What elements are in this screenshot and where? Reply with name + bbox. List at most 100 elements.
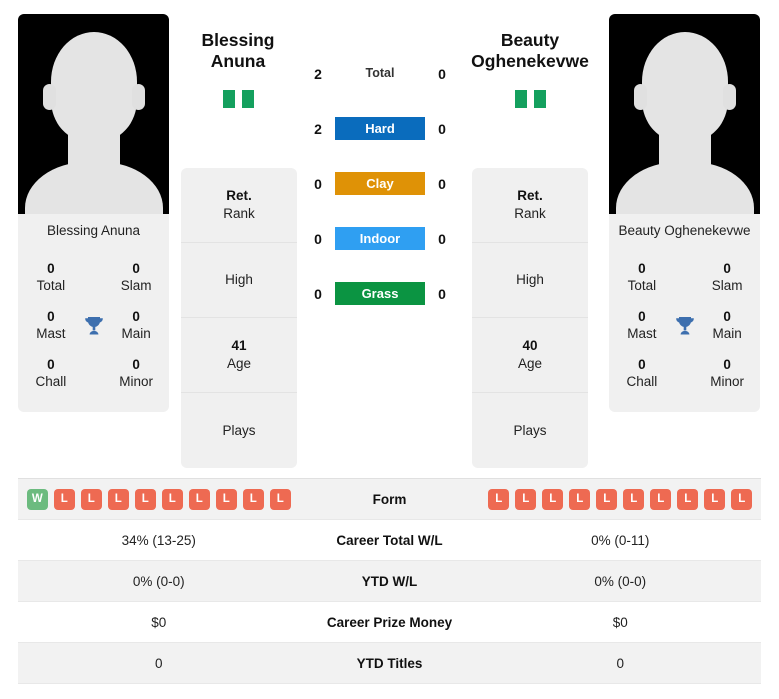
surface-row-clay: 0 Clay 0 — [290, 170, 470, 197]
title-label: Minor — [710, 374, 744, 389]
info-cell-age-right: 40 Age — [472, 318, 588, 393]
info-label: Rank — [223, 206, 255, 221]
form-badge-loss[interactable]: L — [242, 488, 264, 510]
avatar-ear-right — [131, 84, 145, 110]
table-row-ytd-titles: 0 YTD Titles 0 — [18, 643, 761, 684]
title-label: Mast — [627, 326, 657, 341]
player-name-right: Beauty Oghenekevwe — [618, 223, 751, 238]
surface-score-right: 0 — [438, 175, 446, 192]
avatar-shoulders — [615, 162, 754, 214]
avatar-ear-left — [633, 84, 647, 110]
info-cell-plays-right: Plays — [472, 393, 588, 468]
titles-row: 0 Chall 0 Minor — [615, 350, 754, 398]
surface-score-left: 2 — [314, 120, 322, 137]
form-badge-loss[interactable]: L — [134, 488, 156, 510]
info-label: Age — [226, 356, 252, 371]
info-cell-plays-left: Plays — [181, 393, 297, 468]
title-value: 0 — [723, 357, 731, 373]
player-card-right[interactable]: Beauty Oghenekevwe 0 Total 0 Slam 0 Mast — [609, 14, 760, 412]
flag-stripe — [241, 90, 254, 108]
info-value: 41 — [231, 338, 247, 354]
stats-table: WLLLLLLLLL Form LLLLLLLLLL 34% (13-25) C… — [18, 478, 761, 684]
title-label: Slam — [711, 278, 743, 293]
stat-label-ytd-titles: YTD Titles — [356, 655, 423, 671]
form-badge-loss[interactable]: L — [80, 488, 102, 510]
form-badge-loss[interactable]: L — [53, 488, 75, 510]
title-stat-mast-left: 0 Mast — [24, 309, 78, 343]
info-cell-rank-left: Ret. Rank — [181, 168, 297, 243]
form-badge-loss[interactable]: L — [596, 488, 618, 510]
form-badge-loss[interactable]: L — [515, 488, 537, 510]
info-label: Rank — [514, 206, 546, 221]
form-badge-loss[interactable]: L — [704, 488, 726, 510]
info-label: High — [516, 272, 544, 288]
surface-score-right: 0 — [438, 65, 446, 82]
form-badge-loss[interactable]: L — [488, 488, 510, 510]
form-badge-loss[interactable]: L — [542, 488, 564, 510]
surface-score-left: 0 — [314, 175, 322, 192]
form-badge-loss[interactable]: L — [188, 488, 210, 510]
info-label: Plays — [222, 422, 256, 438]
title-value: 0 — [638, 309, 646, 325]
trophy-icon — [78, 314, 110, 338]
surface-score-right: 0 — [438, 285, 446, 302]
info-label: Plays — [513, 422, 547, 438]
title-stat-main-left: 0 Main — [109, 309, 163, 343]
trophy-icon — [669, 314, 701, 338]
surface-row-hard: 2 Hard 0 — [290, 115, 470, 142]
surface-label-hard: Hard — [335, 117, 425, 140]
form-badge-loss[interactable]: L — [623, 488, 645, 510]
player-name-left: Blessing Anuna — [46, 223, 141, 238]
player-card-left[interactable]: Blessing Anuna 0 Total 0 Slam 0 Mast 0 M… — [18, 14, 169, 412]
stat-value-left: 0 — [154, 655, 163, 671]
titles-row: 0 Total 0 Slam — [615, 254, 754, 302]
form-badge-loss[interactable]: L — [569, 488, 591, 510]
form-badge-win[interactable]: W — [26, 488, 48, 510]
stat-value-left: 34% (13-25) — [121, 532, 196, 548]
form-badge-loss[interactable]: L — [161, 488, 183, 510]
flag-stripe — [533, 90, 546, 108]
form-badge-loss[interactable]: L — [677, 488, 699, 510]
info-label: Age — [517, 356, 543, 371]
titles-grid-right: 0 Total 0 Slam 0 Mast 0 Main 0 Chall 0 M… — [609, 248, 760, 412]
player-last-name-right: Oghenekevwe — [471, 51, 589, 72]
stat-value-left: $0 — [151, 614, 167, 630]
title-stat-minor-left: 0 Minor — [109, 357, 163, 391]
title-label: Slam — [120, 278, 152, 293]
title-label: Total — [627, 278, 657, 293]
form-badge-loss[interactable]: L — [650, 488, 672, 510]
title-label: Main — [712, 326, 742, 341]
surface-row-grass: 0 Grass 0 — [290, 280, 470, 307]
form-badge-loss[interactable]: L — [269, 488, 291, 510]
surface-score-right: 0 — [438, 230, 446, 247]
player-info-card-left: Ret. Rank High 41 Age Plays — [181, 168, 297, 468]
surface-score-right: 0 — [438, 120, 446, 137]
stat-label-ytd-wl: YTD W/L — [361, 573, 418, 589]
form-badges-left: WLLLLLLLLL — [18, 488, 300, 510]
surface-label-total: Total — [365, 66, 395, 80]
flag-stripe — [222, 90, 235, 108]
title-value: 0 — [132, 261, 140, 277]
surface-score-left: 0 — [314, 230, 322, 247]
stat-value-right: 0% (0-11) — [591, 532, 650, 548]
table-row-career-prize-money: $0 Career Prize Money $0 — [18, 602, 761, 643]
title-label: Main — [121, 326, 151, 341]
title-value: 0 — [638, 261, 646, 277]
surface-score-left: 0 — [314, 285, 322, 302]
info-value: 40 — [522, 338, 538, 354]
titles-row: 0 Mast 0 Main — [615, 302, 754, 350]
stat-value-right: $0 — [612, 614, 628, 630]
titles-row: 0 Chall 0 Minor — [24, 350, 163, 398]
form-badge-loss[interactable]: L — [215, 488, 237, 510]
avatar-shoulders — [24, 162, 163, 214]
player-photo-left — [18, 14, 169, 214]
stat-label-career-prize-money: Career Prize Money — [326, 614, 453, 630]
surface-score-left: 2 — [314, 65, 322, 82]
form-badge-loss[interactable]: L — [107, 488, 129, 510]
info-cell-age-left: 41 Age — [181, 318, 297, 393]
stat-value-right: 0% (0-0) — [594, 573, 647, 589]
title-stat-slam-left: 0 Slam — [109, 261, 163, 295]
form-badge-loss[interactable]: L — [731, 488, 753, 510]
title-stat-main-right: 0 Main — [700, 309, 754, 343]
stat-value-left: 0% (0-0) — [132, 573, 185, 589]
